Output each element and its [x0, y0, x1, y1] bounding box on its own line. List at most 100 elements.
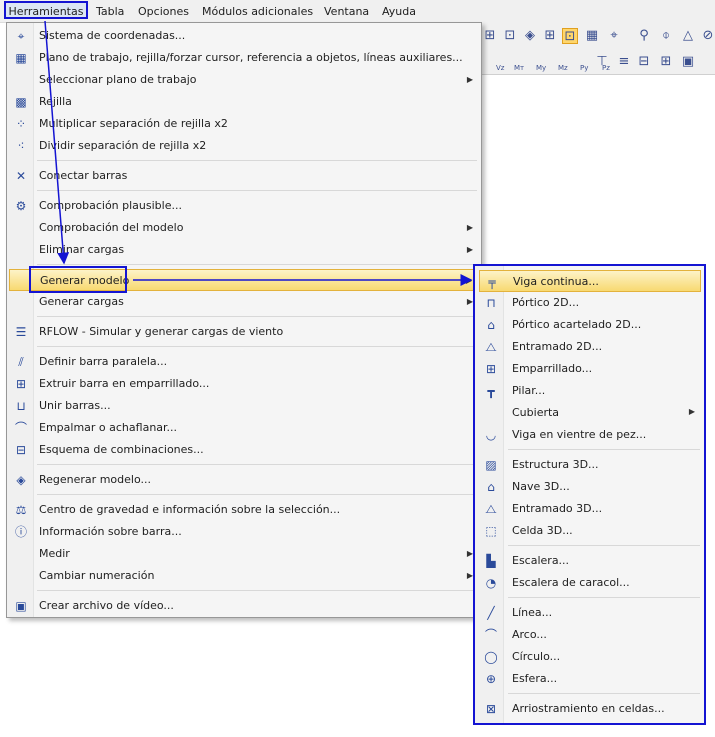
menu-item-unir-barras[interactable]: ⊔ Unir barras...: [9, 395, 479, 417]
toolbar-icon-14[interactable]: ⊟: [636, 54, 652, 70]
menu-opciones[interactable]: Opciones: [138, 4, 189, 19]
menu-item-label: Cambiar numeración: [39, 569, 155, 582]
stair-icon: ▙: [486, 554, 496, 568]
menu-item-label: Multiplicar separación de rejilla x2: [39, 117, 228, 130]
toolbar-icon-10[interactable]: △: [680, 28, 696, 44]
grid-divide-icon: ⁖: [17, 139, 25, 153]
menu-separator: [37, 190, 477, 191]
menu-item-regenerar-modelo[interactable]: ◈ Regenerar modelo...: [9, 469, 479, 491]
submenu-item-label: Entramado 3D...: [512, 502, 603, 515]
toolbar-label-2[interactable]: My: [536, 64, 546, 72]
parallel-bar-icon: ⫽: [18, 355, 24, 369]
toolbar-icon-6[interactable]: ▦: [584, 28, 600, 44]
menu-item-label: Comprobación plausible...: [39, 199, 182, 212]
menu-item-empalmar-o-achaflanar[interactable]: ⌒ Empalmar o achaflanar...: [9, 417, 479, 439]
menu-item-medir[interactable]: Medir ▶: [9, 543, 479, 565]
circle-icon: ◯: [484, 650, 498, 664]
menu-item-multiplicar-separacion-de-rejilla-x2[interactable]: ⁘ Multiplicar separación de rejilla x2: [9, 113, 479, 135]
menu-item-informacion-sobre-barra[interactable]: ⓘ Información sobre barra...: [9, 521, 479, 543]
submenu-item-esfera[interactable]: ⊕ Esfera...: [479, 668, 701, 690]
toolbar-icon-15[interactable]: ⊞: [658, 54, 674, 70]
haunched-frame-icon: ⌂: [487, 318, 495, 332]
menu-item-rejilla[interactable]: ▩ Rejilla: [9, 91, 479, 113]
herramientas-menu: ⌖ Sistema de coordenadas... ▦ Plano de trab…: [6, 22, 482, 618]
menu-item-extruir-barra-en-emparrillado[interactable]: ⊞ Extruir barra en emparrillado...: [9, 373, 479, 395]
submenu-item-circulo[interactable]: ◯ Círculo...: [479, 646, 701, 668]
submenu-item-viga-continua[interactable]: ╤ Viga continua...: [479, 270, 701, 292]
submenu-item-linea[interactable]: ╱ Línea...: [479, 602, 701, 624]
toolbar-label-0[interactable]: Vz: [496, 64, 504, 72]
menu-item-definir-barra-paralela[interactable]: ⫽ Definir barra paralela...: [9, 351, 479, 373]
menu-tabla[interactable]: Tabla: [96, 4, 124, 19]
submenu-item-portico-2d[interactable]: ⊓ Pórtico 2D...: [479, 292, 701, 314]
extrude-bar-icon: ⊞: [15, 377, 27, 391]
submenu-item-entramado-3d[interactable]: ⧍ Entramado 3D...: [479, 498, 701, 520]
menu-separator: [37, 590, 477, 591]
submenu-item-label: Esfera...: [512, 672, 558, 685]
menu-item-centro-de-gravedad-e-informacion-sobre-l[interactable]: ⚖ Centro de gravedad e información sobre …: [9, 499, 479, 521]
spiral-stair-icon: ◔: [485, 576, 497, 590]
toolbar-label-4[interactable]: Py: [580, 64, 588, 72]
toolbar-icon-11[interactable]: ⊘: [700, 28, 715, 44]
toolbar-icon-3[interactable]: ◈: [522, 28, 538, 44]
toolbar-icon-4[interactable]: ⊞: [542, 28, 558, 44]
menu-herramientas[interactable]: Herramientas: [4, 1, 88, 19]
frame-2d-icon: ⊓: [486, 296, 496, 310]
menu-item-comprobacion-plausible[interactable]: ⚙ Comprobación plausible...: [9, 195, 479, 217]
submenu-item-emparrillado[interactable]: ⊞ Emparrillado...: [479, 358, 701, 380]
structure-3d-icon: ▨: [485, 458, 497, 472]
submenu-item-cubierta[interactable]: Cubierta ▶: [479, 402, 701, 424]
column-icon: ┳: [487, 384, 495, 398]
toolbar-label-5[interactable]: Pz: [602, 64, 610, 72]
menu-item-label: Dividir separación de rejilla x2: [39, 139, 207, 152]
menu-item-conectar-barras[interactable]: ✕ Conectar barras: [9, 165, 479, 187]
toolbar-icon-13[interactable]: ≡: [616, 54, 632, 70]
menu-item-rflow-simular-y-generar-cargas-de-viento[interactable]: ☰ RFLOW - Simular y generar cargas de vie…: [9, 321, 479, 343]
toolbar-icon-16[interactable]: ▣: [680, 54, 696, 70]
submenu-item-label: Círculo...: [512, 650, 561, 663]
submenu-item-label: Arriostramiento en celdas...: [512, 702, 665, 715]
generar-modelo-submenu: ╤ Viga continua... ⊓ Pórtico 2D... ⌂ Pórtico …: [473, 264, 706, 725]
menu-modulos[interactable]: Módulos adicionales: [202, 4, 313, 19]
submenu-arrow-icon: ▶: [466, 223, 473, 232]
submenu-item-estructura-3d[interactable]: ▨ Estructura 3D...: [479, 454, 701, 476]
video-file-icon: ▣: [15, 599, 27, 613]
menu-item-eliminar-cargas[interactable]: Eliminar cargas ▶: [9, 239, 479, 261]
submenu-item-viga-en-vientre-de-pez[interactable]: ◡ Viga en vientre de pez...: [479, 424, 701, 446]
menu-item-sistema-de-coordenadas[interactable]: ⌖ Sistema de coordenadas...: [9, 25, 479, 47]
menu-item-label: Centro de gravedad e información sobre l…: [39, 503, 341, 516]
menu-item-esquema-de-combinaciones[interactable]: ⊟ Esquema de combinaciones...: [9, 439, 479, 461]
submenu-item-entramado-2d[interactable]: ⧍ Entramado 2D...: [479, 336, 701, 358]
cell-3d-icon: ⬚: [485, 524, 497, 538]
submenu-item-pilar[interactable]: ┳ Pilar...: [479, 380, 701, 402]
submenu-item-nave-3d[interactable]: ⌂ Nave 3D...: [479, 476, 701, 498]
menu-item-seleccionar-plano-de-trabajo[interactable]: Seleccionar plano de trabajo ▶: [9, 69, 479, 91]
generar-modelo-callout: [29, 266, 127, 293]
menu-item-comprobacion-del-modelo[interactable]: Comprobación del modelo ▶: [9, 217, 479, 239]
toolbar-label-3[interactable]: Mz: [558, 64, 568, 72]
toolbar-icon-1[interactable]: ⊞: [482, 28, 498, 44]
toolbar-icon-2[interactable]: ⊡: [502, 28, 518, 44]
toolbar-icon-9[interactable]: ⌽: [658, 28, 674, 44]
submenu-item-escalera-de-caracol[interactable]: ◔ Escalera de caracol...: [479, 572, 701, 594]
submenu-item-portico-acartelado-2d[interactable]: ⌂ Pórtico acartelado 2D...: [479, 314, 701, 336]
menu-item-cambiar-numeracion[interactable]: Cambiar numeración ▶: [9, 565, 479, 587]
submenu-item-arco[interactable]: ⌒ Arco...: [479, 624, 701, 646]
submenu-arrow-icon: ▶: [465, 276, 472, 285]
menu-separator: [37, 494, 477, 495]
toolbar-icon-5[interactable]: ⊡: [562, 28, 578, 44]
submenu-item-celda-3d[interactable]: ⬚ Celda 3D...: [479, 520, 701, 542]
submenu-item-escalera[interactable]: ▙ Escalera...: [479, 550, 701, 572]
menu-ventana[interactable]: Ventana: [324, 4, 369, 19]
menu-item-dividir-separacion-de-rejilla-x2[interactable]: ⁖ Dividir separación de rejilla x2: [9, 135, 479, 157]
submenu-item-label: Escalera...: [512, 554, 570, 567]
toolbar-icon-8[interactable]: ⚲: [636, 28, 652, 44]
menu-item-plano-de-trabajo-rejilla-forzar-cursor-r[interactable]: ▦ Plano de trabajo, rejilla/forzar cursor…: [9, 47, 479, 69]
toolbar-label-1[interactable]: Mт: [514, 64, 524, 72]
menu-item-generar-cargas[interactable]: Generar cargas ▶: [9, 291, 479, 313]
menu-item-crear-archivo-de-video[interactable]: ▣ Crear archivo de vídeo...: [9, 595, 479, 617]
submenu-item-arriostramiento-en-celdas[interactable]: ⊠ Arriostramiento en celdas...: [479, 698, 701, 720]
menu-separator: [37, 316, 477, 317]
menu-ayuda[interactable]: Ayuda: [382, 4, 416, 19]
toolbar-icon-7[interactable]: ⌖: [606, 28, 622, 44]
